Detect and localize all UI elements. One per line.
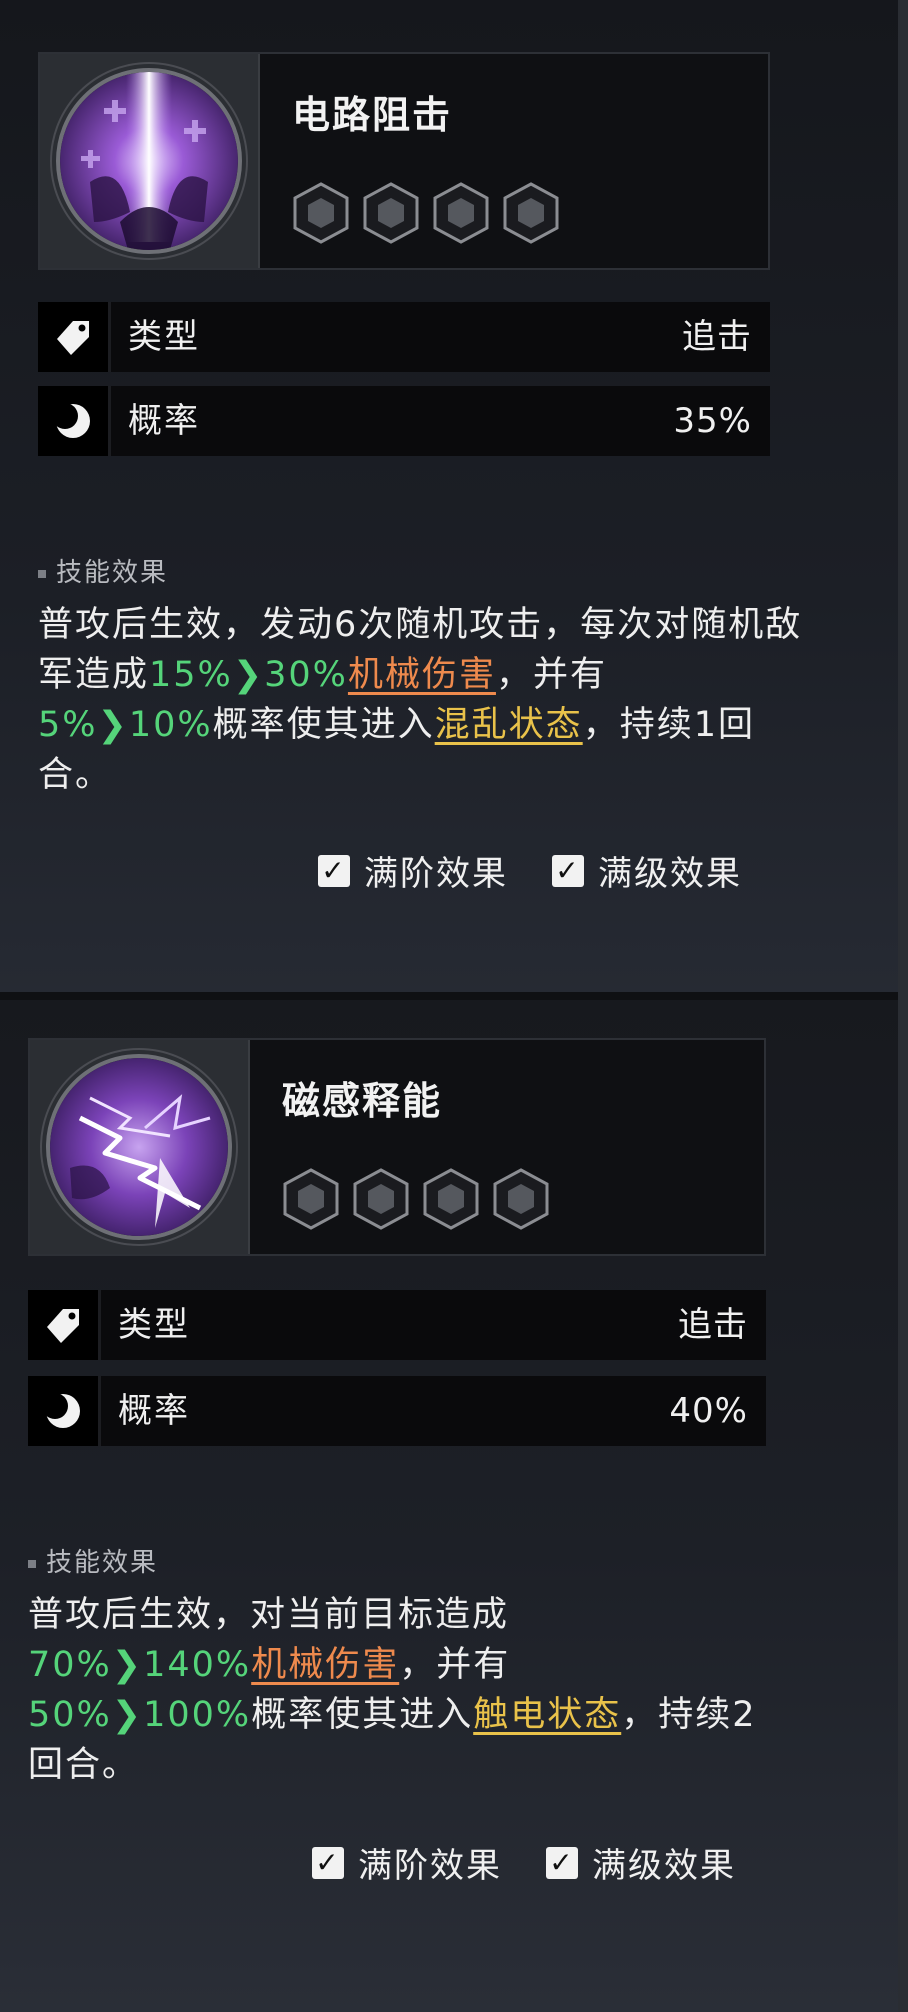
section-title: 技能效果 (28, 1542, 158, 1579)
rank-hexagon-icon (423, 1168, 479, 1230)
skill-header: 电路阻击 (38, 52, 770, 270)
mechanical-damage-link[interactable]: 机械伤害 (348, 655, 496, 695)
circuit-strike-icon (60, 72, 238, 250)
skill-description: 普攻后生效，对当前目标造成 70%❯140%机械伤害，并有 50%❯100%概率使其… (28, 1595, 757, 1785)
checkbox-icon[interactable]: ✓ (312, 1846, 344, 1879)
skill-name: 磁感释能 (282, 1079, 443, 1123)
max-level-effect-checkbox[interactable]: ✓ 满级效果 (552, 846, 742, 895)
skill-icon[interactable] (46, 1054, 232, 1240)
skill-description: 普攻后生效，发动6次随机攻击，每次对随机敌军造成15%❯30%机械伤害，并有 5%… (38, 605, 803, 795)
rank-indicators (292, 182, 560, 244)
stat-label: 类型 (118, 1305, 190, 1345)
effect-toggles: ✓ 满阶效果 ✓ 满级效果 (312, 1838, 736, 1887)
stat-value: 追击 (678, 1305, 748, 1345)
stat-label: 类型 (128, 317, 200, 357)
stat-value: 40% (669, 1391, 748, 1431)
skill-icon-cell (40, 54, 260, 268)
rank-hexagon-icon (493, 1168, 549, 1230)
checkbox-icon[interactable]: ✓ (552, 854, 584, 887)
stat-value: 追击 (682, 317, 752, 357)
rank-hexagon-icon (433, 182, 489, 244)
stat-value: 35% (673, 401, 752, 441)
stat-row-chance: 概率 35% (38, 386, 770, 456)
checkbox-icon[interactable]: ✓ (318, 854, 350, 887)
skill-name: 电路阻击 (292, 93, 453, 137)
stat-row-chance: 概率 40% (28, 1376, 766, 1446)
tag-icon (38, 302, 111, 372)
skill-icon[interactable] (56, 68, 242, 254)
rank-indicators (282, 1168, 550, 1230)
checkbox-icon[interactable]: ✓ (546, 1846, 578, 1879)
tag-icon (28, 1290, 101, 1360)
electrocuted-state-link[interactable]: 触电状态 (473, 1695, 621, 1735)
stat-row-type: 类型 追击 (28, 1290, 766, 1360)
max-level-effect-checkbox[interactable]: ✓ 满级效果 (546, 1838, 736, 1887)
confusion-state-link[interactable]: 混乱状态 (435, 705, 583, 745)
rank-hexagon-icon (283, 1168, 339, 1230)
rank-hexagon-icon (503, 182, 559, 244)
skill-header: 磁感释能 (28, 1038, 766, 1256)
stat-label: 概率 (118, 1391, 190, 1431)
magnetic-release-icon (50, 1058, 228, 1236)
right-edge-strip (898, 0, 908, 2012)
rank-hexagon-icon (353, 1168, 409, 1230)
rank-hexagon-icon (293, 182, 349, 244)
panel-divider (0, 992, 908, 1000)
max-rank-effect-checkbox[interactable]: ✓ 满阶效果 (312, 1838, 502, 1887)
effect-toggles: ✓ 满阶效果 ✓ 满级效果 (318, 846, 742, 895)
skill-icon-cell (30, 1040, 250, 1254)
max-rank-effect-checkbox[interactable]: ✓ 满阶效果 (318, 846, 508, 895)
moon-icon (38, 386, 111, 456)
mechanical-damage-link[interactable]: 机械伤害 (251, 1645, 399, 1685)
section-title: 技能效果 (38, 552, 168, 589)
stat-row-type: 类型 追击 (38, 302, 770, 372)
stat-label: 概率 (128, 401, 200, 441)
rank-hexagon-icon (363, 182, 419, 244)
moon-icon (28, 1376, 101, 1446)
